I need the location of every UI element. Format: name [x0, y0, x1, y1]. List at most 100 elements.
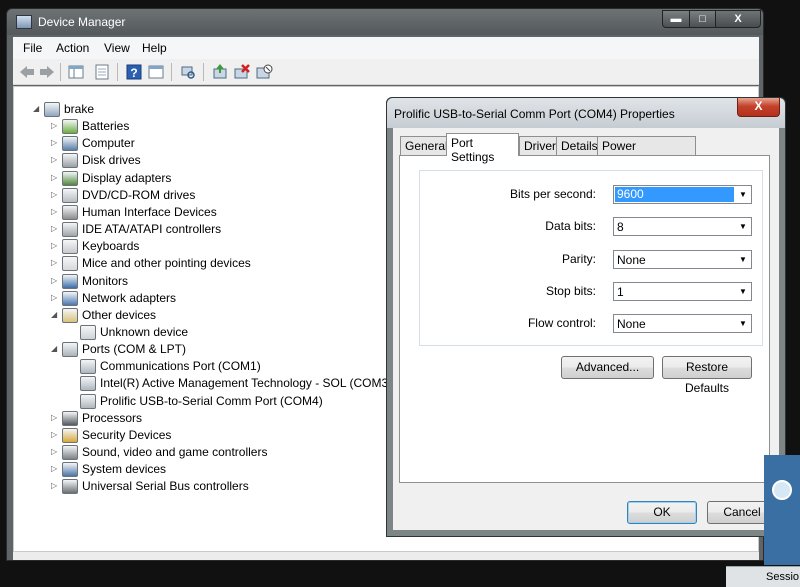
view-list-icon[interactable]	[147, 63, 165, 81]
data-bits-value: 8	[617, 220, 624, 234]
network-adapter-icon	[62, 290, 78, 306]
bits-per-second-dropdown[interactable]: 9600 ▼	[613, 185, 752, 204]
tree-item-label: Human Interface Devices	[82, 204, 217, 219]
stop-bits-dropdown[interactable]: 1 ▼	[613, 282, 752, 301]
tree-expander-icon[interactable]: ◢	[51, 343, 61, 355]
close-button[interactable]: X	[715, 10, 761, 28]
toolbar-separator	[171, 63, 172, 81]
data-bits-dropdown[interactable]: 8 ▼	[613, 217, 752, 236]
update-driver-icon[interactable]	[211, 63, 229, 81]
ports-icon	[62, 342, 78, 358]
tree-expander-icon[interactable]: ▷	[51, 240, 61, 252]
tree-expander-icon[interactable]: ▷	[51, 446, 61, 458]
tree-item-label: Batteries	[82, 119, 130, 134]
tab-port-settings[interactable]: Port Settings	[446, 133, 519, 164]
dropdown-arrow-icon: ▼	[735, 283, 751, 300]
minimize-button[interactable]: ▬	[662, 10, 690, 28]
tree-item-label: Ports (COM & LPT)	[82, 342, 187, 357]
dropdown-arrow-icon: ▼	[735, 315, 751, 332]
device-manager-titlebar[interactable]: Device Manager ▬ □ X	[7, 9, 763, 35]
taskbar-fragment[interactable]: Sessio	[726, 566, 800, 587]
tab-power-management[interactable]: Power Management	[597, 136, 696, 167]
tree-expander-icon[interactable]: ▷	[51, 189, 61, 201]
other-devices-icon	[62, 307, 78, 323]
tree-item-label: Security Devices	[82, 427, 172, 442]
tree-expander-icon[interactable]: ◢	[33, 103, 43, 115]
tree-expander-icon[interactable]: ▷	[51, 275, 61, 287]
dropdown-arrow-icon: ▼	[735, 251, 751, 268]
toolbar-separator	[203, 63, 204, 81]
tree-expander-icon[interactable]: ▷	[51, 292, 61, 304]
help-icon[interactable]: ?	[125, 63, 143, 81]
dialog-close-button[interactable]: X	[737, 98, 780, 117]
display-adapter-icon	[62, 170, 78, 186]
tab-details[interactable]: Details	[556, 136, 598, 155]
data-bits-label: Data bits:	[545, 219, 596, 233]
menu-bar: File Action View Help	[13, 37, 759, 59]
properties-dialog-titlebar[interactable]: Prolific USB-to-Serial Comm Port (COM4) …	[387, 98, 785, 128]
tab-driver[interactable]: Driver	[519, 136, 557, 155]
monitor-icon	[62, 273, 78, 289]
tree-expander-icon[interactable]: ▷	[51, 223, 61, 235]
dvd-drive-icon	[62, 187, 78, 203]
tree-item-label: Processors	[82, 410, 143, 425]
device-manager-app-icon	[16, 15, 32, 29]
system-devices-icon	[62, 462, 78, 478]
tree-expander-icon[interactable]: ▷	[51, 137, 61, 149]
port-settings-group: Bits per second: 9600 ▼ Data bits: 8 ▼ P…	[419, 170, 763, 346]
show-hide-console-tree-icon[interactable]	[67, 63, 85, 81]
parity-dropdown[interactable]: None ▼	[613, 250, 752, 269]
parity-value: None	[617, 253, 646, 267]
tree-item-label: Intel(R) Active Management Technology - …	[100, 376, 393, 391]
tree-expander-icon[interactable]: ◢	[51, 309, 61, 321]
menu-view[interactable]: View	[104, 41, 130, 55]
mouse-icon	[62, 256, 78, 272]
tree-expander-icon[interactable]: ▷	[51, 257, 61, 269]
tree-expander-icon[interactable]: ▷	[51, 463, 61, 475]
parity-label: Parity:	[561, 252, 596, 266]
maximize-button[interactable]: □	[689, 10, 716, 28]
computer-icon	[62, 136, 78, 152]
tree-item-label: Universal Serial Bus controllers	[82, 479, 249, 494]
menu-action[interactable]: Action	[56, 41, 89, 55]
toolbar-separator	[60, 63, 61, 81]
tree-expander-icon[interactable]: ▷	[51, 429, 61, 441]
close-icon: X	[754, 99, 763, 113]
security-device-icon	[62, 427, 78, 443]
tree-expander-icon[interactable]: ▷	[51, 172, 61, 184]
menu-help[interactable]: Help	[142, 41, 167, 55]
uninstall-device-icon[interactable]	[233, 63, 251, 81]
restore-defaults-button[interactable]: Restore Defaults	[662, 356, 752, 395]
tree-expander-icon[interactable]: ▷	[51, 480, 61, 492]
flow-control-dropdown[interactable]: None ▼	[613, 314, 752, 333]
tree-expander-icon[interactable]: ▷	[51, 412, 61, 424]
properties-sheet-icon[interactable]	[93, 63, 111, 81]
refresh-icon	[772, 480, 792, 500]
scan-hardware-icon[interactable]	[179, 63, 197, 81]
forward-arrow-icon[interactable]	[38, 63, 56, 81]
tree-expander-icon[interactable]: ▷	[51, 120, 61, 132]
hid-icon	[62, 204, 78, 220]
menu-file[interactable]: File	[23, 41, 42, 55]
advanced-button[interactable]: Advanced...	[561, 356, 654, 379]
flow-control-label: Flow control:	[527, 316, 596, 330]
tree-item-label: Sound, video and game controllers	[82, 445, 268, 459]
dropdown-arrow-icon: ▼	[735, 218, 751, 235]
tree-expander-icon[interactable]: ▷	[51, 154, 61, 166]
properties-dialog-body: General Port Settings Driver Details Pow…	[393, 128, 779, 530]
minimize-icon: ▬	[670, 13, 682, 25]
tree-expander-icon[interactable]: ▷	[51, 206, 61, 218]
back-arrow-icon[interactable]	[18, 63, 36, 81]
stop-bits-value: 1	[617, 285, 624, 299]
port-icon	[80, 359, 96, 375]
disable-device-icon[interactable]	[255, 63, 273, 81]
disk-drive-icon	[62, 153, 78, 169]
tree-item-label: Monitors	[82, 273, 129, 288]
svg-text:?: ?	[130, 66, 137, 80]
properties-dialog: Prolific USB-to-Serial Comm Port (COM4) …	[386, 97, 786, 537]
tab-general[interactable]: General	[400, 136, 448, 155]
ok-button[interactable]: OK	[627, 501, 697, 524]
tree-item-label: Display adapters	[82, 170, 172, 185]
